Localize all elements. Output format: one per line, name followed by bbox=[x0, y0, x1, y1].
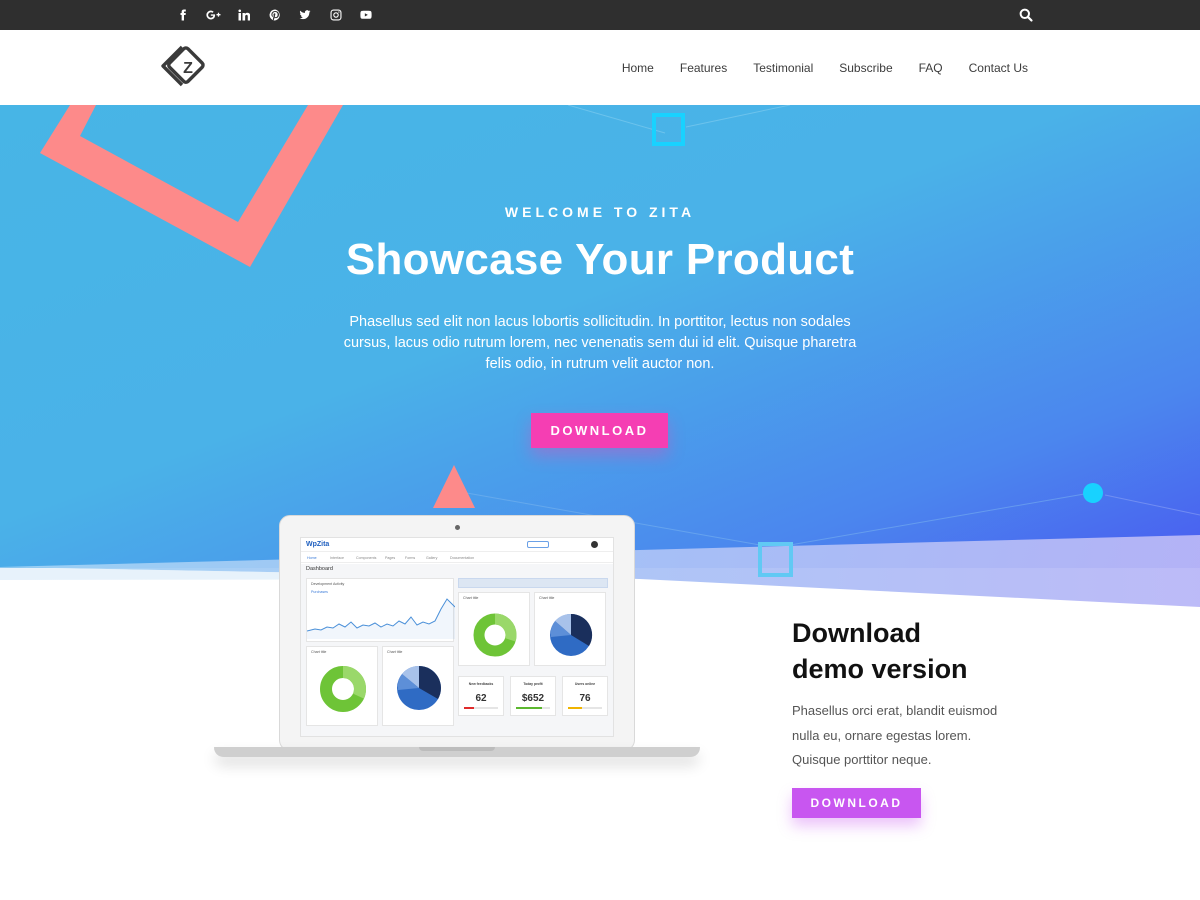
hero-download-button[interactable]: DOWNLOAD bbox=[531, 413, 668, 448]
donut-chart bbox=[473, 613, 517, 657]
screen-brand: WpZita bbox=[306, 541, 330, 548]
nav-testimonial[interactable]: Testimonial bbox=[753, 61, 813, 75]
stat-card: Users online 76 bbox=[562, 676, 608, 716]
search-icon[interactable] bbox=[1018, 7, 1034, 23]
screen-nav-item: Forms bbox=[405, 556, 416, 560]
screen-nav-item: Interface bbox=[330, 556, 344, 560]
main-nav: Home Features Testimonial Subscribe FAQ … bbox=[596, 30, 1028, 105]
hero-background bbox=[0, 105, 1200, 607]
stat-progress bbox=[568, 707, 602, 709]
nav-subscribe[interactable]: Subscribe bbox=[839, 61, 892, 75]
demo-title: Download demo version bbox=[792, 615, 1052, 687]
camera-icon bbox=[455, 525, 460, 530]
chart-card-3: Chart title bbox=[306, 646, 378, 726]
facebook-icon[interactable] bbox=[168, 0, 199, 30]
social-links bbox=[168, 0, 382, 30]
nav-contact-us[interactable]: Contact Us bbox=[969, 61, 1028, 75]
chart-card-4: Chart title bbox=[382, 646, 454, 726]
stat-value: $652 bbox=[521, 693, 545, 704]
screen-nav-item: Home bbox=[307, 556, 317, 560]
stat-progress bbox=[464, 707, 498, 709]
hero-eyebrow: WELCOME TO ZITA bbox=[504, 204, 696, 220]
donut-chart bbox=[320, 666, 366, 712]
screen-avatar bbox=[591, 541, 598, 548]
screen-nav-item: Components bbox=[356, 556, 377, 560]
top-bar bbox=[0, 0, 1200, 30]
screen-page-title: Dashboard bbox=[306, 566, 333, 572]
screen-main: Dashboard Development Activity Purchases… bbox=[301, 564, 613, 736]
demo-title-line-2: demo version bbox=[792, 654, 968, 684]
demo-description: Phasellus orci erat, blandit euismod nul… bbox=[792, 703, 998, 767]
activity-card: Development Activity Purchases bbox=[306, 578, 455, 642]
chart-title: Chart title bbox=[539, 596, 555, 600]
chart-title: Chart title bbox=[463, 596, 479, 600]
nav-faq[interactable]: FAQ bbox=[919, 61, 943, 75]
activity-title: Development Activity bbox=[311, 582, 345, 586]
logo-letter: Z bbox=[183, 60, 193, 77]
pie-chart bbox=[397, 666, 441, 710]
laptop-mockup: WpZita Home Interface Components Pages F… bbox=[214, 515, 700, 777]
screen-nav-item: Pages bbox=[385, 556, 396, 560]
linkedin-icon[interactable] bbox=[229, 0, 260, 30]
demo-title-line-1: Download bbox=[792, 618, 921, 648]
stat-value: 62 bbox=[475, 693, 487, 704]
dashboard-screenshot: WpZita Home Interface Components Pages F… bbox=[300, 537, 614, 737]
stat-card: New feedbacks 62 bbox=[458, 676, 504, 716]
nav-features[interactable]: Features bbox=[680, 61, 727, 75]
stat-card: Today profit $652 bbox=[510, 676, 556, 716]
stat-progress bbox=[516, 707, 550, 709]
chart-title: Chart title bbox=[387, 650, 403, 654]
demo-download-button[interactable]: DOWNLOAD bbox=[792, 788, 921, 818]
screen-topbar: WpZita bbox=[301, 538, 613, 552]
stat-label: Users online bbox=[574, 682, 596, 686]
screen-nav-item: Gallery bbox=[426, 556, 438, 560]
screen-info-banner bbox=[458, 578, 608, 588]
chart-card-2: Chart title bbox=[534, 592, 606, 666]
site-logo[interactable]: Z bbox=[160, 42, 216, 92]
laptop-notch bbox=[419, 747, 495, 751]
screen-nav-item: Documentation bbox=[450, 556, 475, 560]
screen-source-button bbox=[527, 541, 549, 548]
hero-description: Phasellus sed elit non lacus lobortis so… bbox=[343, 314, 857, 372]
google-plus-icon[interactable] bbox=[199, 0, 230, 30]
chart-card-1: Chart title bbox=[458, 592, 530, 666]
chart-title: Chart title bbox=[311, 650, 327, 654]
stat-label: Today profit bbox=[523, 682, 543, 686]
hero-title: Showcase Your Product bbox=[345, 235, 855, 284]
hero-section: WELCOME TO ZITA Showcase Your Product Ph… bbox=[0, 105, 1200, 900]
activity-legend: Purchases bbox=[311, 590, 328, 594]
stat-value: 76 bbox=[579, 693, 591, 704]
stat-label: New feedbacks bbox=[468, 682, 494, 686]
activity-line-chart bbox=[307, 598, 455, 639]
nav-home[interactable]: Home bbox=[622, 61, 654, 75]
pinterest-icon[interactable] bbox=[260, 0, 291, 30]
instagram-icon[interactable] bbox=[321, 0, 352, 30]
twitter-icon[interactable] bbox=[290, 0, 321, 30]
youtube-icon[interactable] bbox=[351, 0, 382, 30]
site-header: Z Home Features Testimonial Subscribe FA… bbox=[0, 30, 1200, 105]
screen-nav: Home Interface Components Pages Forms Ga… bbox=[301, 553, 613, 563]
pie-chart bbox=[550, 613, 593, 656]
